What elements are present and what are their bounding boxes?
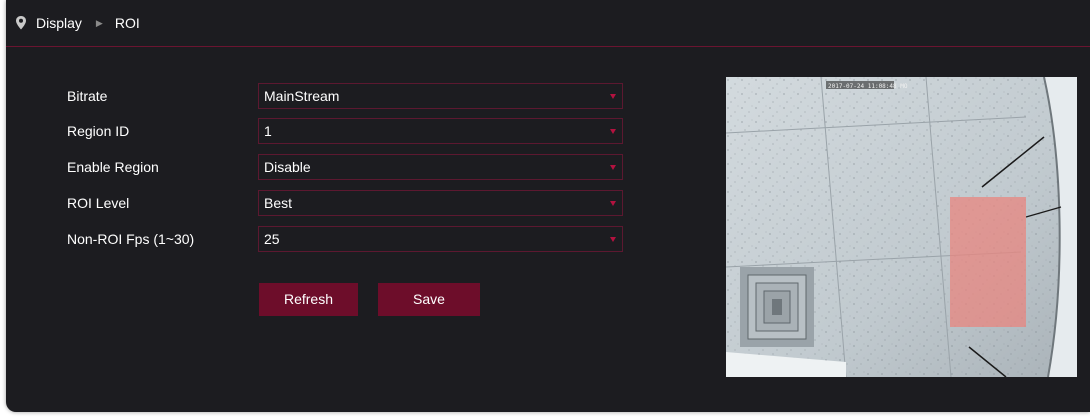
caret-down-icon (610, 237, 616, 242)
air-vent (740, 267, 814, 347)
breadcrumb: Display ▶ ROI (6, 0, 1090, 47)
map-pin-icon (16, 16, 26, 30)
enable-region-select[interactable]: Disable (258, 154, 623, 180)
roi-level-label: ROI Level (67, 195, 130, 211)
region-id-select[interactable]: 1 (258, 118, 623, 144)
non-roi-fps-label: Non-ROI Fps (1~30) (67, 231, 195, 247)
caret-down-icon (610, 201, 616, 206)
caret-down-icon (610, 129, 616, 134)
video-timestamp: 2017-07-24 11:08:48 MO (828, 83, 908, 90)
non-roi-fps-value: 25 (264, 231, 280, 247)
breadcrumb-display[interactable]: Display (36, 15, 82, 31)
bitrate-label: Bitrate (67, 88, 108, 104)
roi-level-value: Best (264, 195, 293, 211)
bitrate-select[interactable]: MainStream (258, 83, 623, 109)
non-roi-fps-select[interactable]: 25 (258, 226, 623, 252)
bitrate-value: MainStream (264, 88, 340, 104)
caret-down-icon (610, 94, 616, 99)
video-preview[interactable]: 2017-07-24 11:08:48 MO (726, 77, 1077, 377)
region-id-label: Region ID (67, 123, 130, 139)
roi-region[interactable] (950, 197, 1026, 327)
roi-level-select[interactable]: Best (258, 190, 623, 216)
save-button[interactable]: Save (378, 283, 480, 316)
enable-region-label: Enable Region (67, 159, 159, 175)
breadcrumb-roi: ROI (114, 15, 140, 31)
region-id-value: 1 (264, 123, 272, 139)
roi-panel: Display ▶ ROI Bitrate MainStream Region … (6, 0, 1090, 412)
enable-region-value: Disable (264, 159, 311, 175)
triangle-right-icon: ▶ (95, 17, 103, 28)
camera-frame: 2017-07-24 11:08:48 MO (726, 77, 1077, 377)
refresh-button[interactable]: Refresh (259, 283, 358, 316)
caret-down-icon (610, 165, 616, 170)
